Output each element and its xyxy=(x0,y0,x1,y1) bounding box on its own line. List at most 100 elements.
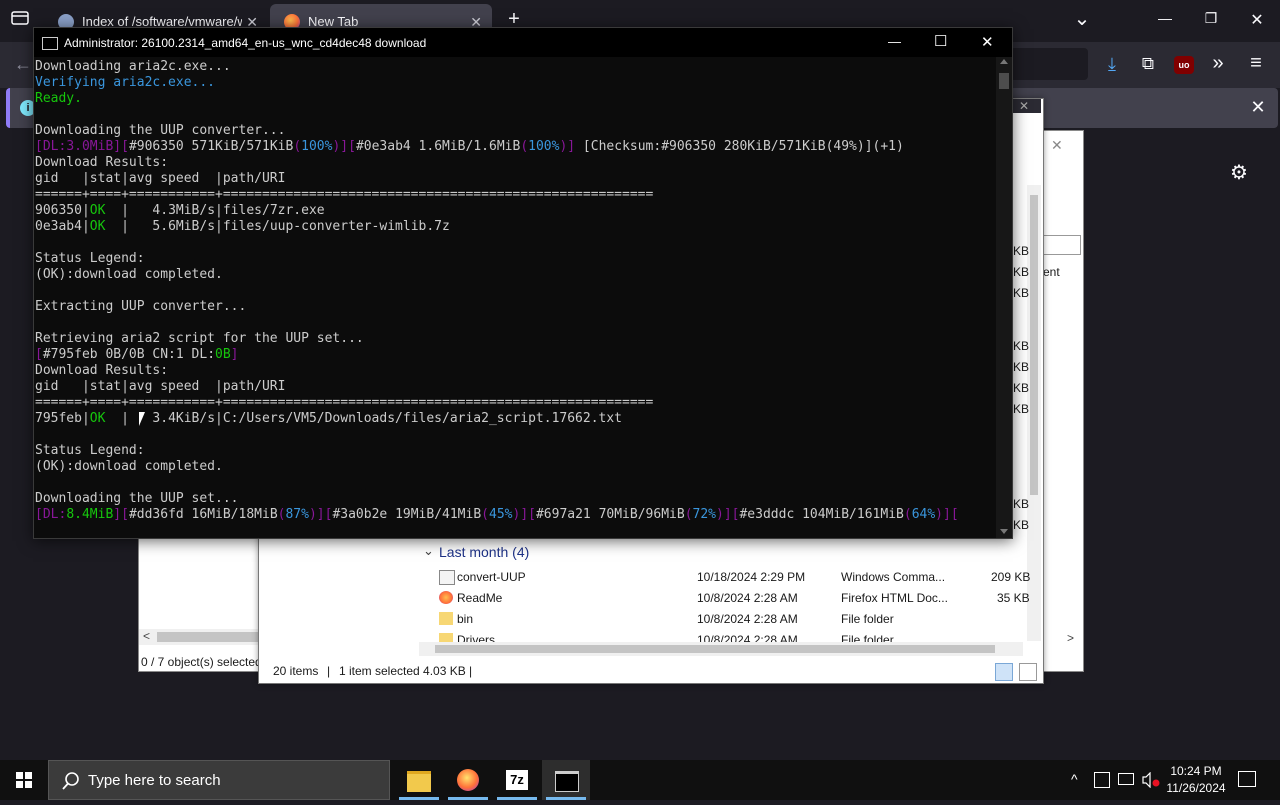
size-cell: KB xyxy=(1013,497,1030,511)
file-date: 10/8/2024 2:28 AM xyxy=(697,633,798,642)
console-line: Downloading the UUP set... xyxy=(35,491,239,506)
clock-time[interactable]: 10:24 PM xyxy=(1166,764,1226,778)
file-row-bin[interactable]: bin 10/8/2024 2:28 AM File folder xyxy=(435,609,1035,630)
console-minimize-button[interactable]: — xyxy=(888,34,901,49)
console-scrollbar[interactable] xyxy=(996,57,1012,538)
seg: OK xyxy=(89,203,106,218)
back-explorer-partial-label: ent xyxy=(1043,265,1060,279)
restore-button[interactable]: ❐ xyxy=(1196,10,1226,27)
scroll-thumb[interactable] xyxy=(999,73,1009,89)
console-titlebar[interactable]: Administrator: 26100.2314_amd64_en-us_wn… xyxy=(34,28,1012,57)
console-line: Ready. xyxy=(35,91,82,106)
seg: #dd36fd 16MiB/18MiB xyxy=(128,507,278,522)
defender-tray-icon[interactable] xyxy=(1094,772,1110,788)
scroll-down-arrow[interactable] xyxy=(1000,529,1008,534)
taskbar-search-box[interactable]: Type here to search xyxy=(48,760,390,800)
overflow-menu-icon[interactable]: » xyxy=(1206,52,1230,75)
ublock-icon[interactable]: uo xyxy=(1174,56,1194,74)
console-maximize-button[interactable]: ☐ xyxy=(934,32,947,50)
extensions-icon[interactable]: ⧉ xyxy=(1136,54,1160,74)
notification-close-icon[interactable]: ✕ xyxy=(1246,97,1270,118)
status-separator: | xyxy=(327,664,331,678)
network-tray-icon[interactable] xyxy=(1118,773,1134,785)
file-type: Windows Comma... xyxy=(841,570,946,584)
scroll-thumb[interactable] xyxy=(435,645,995,653)
start-button[interactable] xyxy=(0,760,48,800)
scroll-thumb[interactable] xyxy=(157,632,259,642)
folder-icon xyxy=(407,771,431,792)
file-row-convert-uup[interactable]: convert-UUP 10/18/2024 2:29 PM Windows C… xyxy=(435,567,1035,588)
search-placeholder: Type here to search xyxy=(88,772,221,789)
file-list-hscrollbar[interactable] xyxy=(419,642,1023,656)
details-view-icon[interactable] xyxy=(995,663,1013,681)
taskbar-app-file-explorer[interactable] xyxy=(395,760,443,800)
file-name: convert-UUP xyxy=(457,570,526,584)
seg: 72% xyxy=(692,507,716,522)
file-date: 10/18/2024 2:29 PM xyxy=(697,570,806,584)
console-output[interactable]: Downloading aria2c.exe... Verifying aria… xyxy=(34,57,996,538)
console-window: Administrator: 26100.2314_amd64_en-us_wn… xyxy=(33,27,1013,539)
file-size: 209 KB xyxy=(991,570,1031,584)
seg: OK xyxy=(89,411,106,426)
seg: [DL: xyxy=(35,139,67,154)
console-close-button[interactable]: ✕ xyxy=(981,33,994,51)
seg: ][ xyxy=(113,507,129,522)
file-row-drivers[interactable]: Drivers 10/8/2024 2:28 AM File folder xyxy=(435,630,1035,642)
taskbar-app-7zip[interactable]: 7z xyxy=(493,760,541,800)
seg: #e3dddc 104MiB/161MiB xyxy=(739,507,904,522)
seg: ][ xyxy=(340,139,356,154)
close-window-button[interactable]: ✕ xyxy=(1242,10,1272,30)
size-cell: KB xyxy=(1013,518,1030,532)
file-name: bin xyxy=(457,612,474,626)
scroll-left-arrow[interactable]: < xyxy=(143,629,150,643)
volume-muted-tray-icon[interactable] xyxy=(1142,771,1160,789)
seg: | 5.6MiB/s|files/uup-converter-wimlib.7z xyxy=(105,219,450,234)
seg: | 3.4KiB/s|C:/Users/VM5/Downloads/files/… xyxy=(105,411,623,426)
ublock-label: uo xyxy=(1178,60,1190,70)
downloads-icon[interactable]: ⤓ xyxy=(1100,54,1124,75)
clock-date[interactable]: 11/26/2024 xyxy=(1162,781,1230,795)
seg: [ xyxy=(35,347,43,362)
console-line: 0e3ab4|OK | 5.6MiB/s|files/uup-converter… xyxy=(35,219,450,235)
notification-center-icon[interactable] xyxy=(1238,771,1256,787)
seg: ( xyxy=(293,139,302,154)
tray-overflow-icon[interactable]: ^ xyxy=(1071,771,1078,787)
seg: ( xyxy=(520,139,529,154)
tab-list-icon[interactable] xyxy=(8,10,32,32)
taskbar-app-command-prompt[interactable] xyxy=(542,760,590,800)
scroll-right-arrow[interactable]: > xyxy=(1067,631,1074,645)
tiles-view-icon[interactable] xyxy=(1019,663,1037,681)
seg: 906350 xyxy=(35,203,82,218)
seg: #697a21 70MiB/96MiB xyxy=(535,507,685,522)
horizontal-scrollbar[interactable]: < xyxy=(139,629,259,645)
console-line: Download Results: xyxy=(35,155,169,170)
chevron-down-icon: ⌄ xyxy=(423,543,434,558)
console-line: Download Results: xyxy=(35,363,169,378)
settings-gear-icon[interactable]: ⚙ xyxy=(1226,160,1252,185)
console-line: ======+====+===========+================… xyxy=(35,187,654,202)
list-all-tabs-icon[interactable]: ⌄ xyxy=(1070,6,1094,31)
seg: ( xyxy=(903,507,912,522)
console-line: gid |stat|avg speed |path/URI xyxy=(35,171,286,186)
group-header[interactable]: ⌄ Last month (4) xyxy=(419,543,799,563)
address-bar[interactable] xyxy=(1010,48,1088,80)
file-type: File folder xyxy=(841,612,894,626)
seg: 795feb xyxy=(35,411,82,426)
seg: ( xyxy=(684,507,693,522)
taskbar-app-firefox[interactable] xyxy=(444,760,492,800)
scroll-thumb[interactable] xyxy=(1030,195,1038,495)
minimize-button[interactable]: — xyxy=(1150,10,1180,26)
seg: | xyxy=(81,203,90,218)
hamburger-menu-icon[interactable]: ≡ xyxy=(1244,52,1268,75)
seg: ( xyxy=(481,507,489,522)
console-line: [#795feb 0B/0B CN:1 DL:0B] xyxy=(35,347,239,363)
seg: 100% xyxy=(528,139,560,154)
console-line: Status Legend: xyxy=(35,251,145,266)
back-explorer-close-icon[interactable]: ✕ xyxy=(1051,137,1063,154)
scroll-up-arrow[interactable] xyxy=(1000,59,1008,64)
file-row-readme[interactable]: ReadMe 10/8/2024 2:28 AM Firefox HTML Do… xyxy=(435,588,1035,609)
size-cell: KB xyxy=(1013,286,1030,300)
seg: #795feb 0B/0B CN:1 DL: xyxy=(42,347,216,362)
selection-info: 1 item selected 4.03 KB xyxy=(339,664,466,678)
cmd-icon xyxy=(42,37,58,50)
